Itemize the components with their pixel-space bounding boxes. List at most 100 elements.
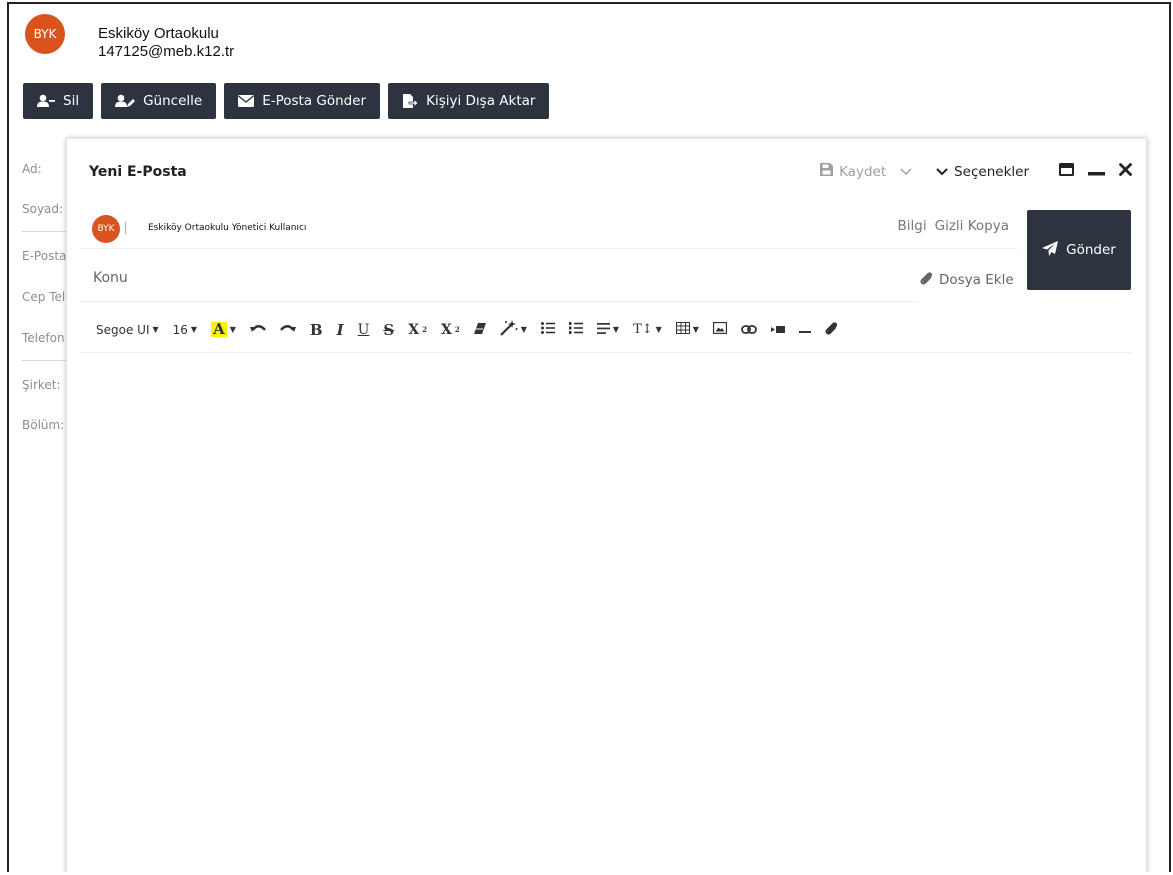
divider: [22, 231, 68, 232]
delete-button[interactable]: Sil: [23, 83, 94, 119]
font-size-dropdown[interactable]: 16 ▼: [173, 318, 197, 342]
attach-inline-button[interactable]: [825, 318, 838, 342]
clear-format-button[interactable]: [473, 318, 486, 342]
caret-down-icon: ▼: [520, 325, 527, 334]
caret-down-icon: ▼: [152, 325, 159, 334]
recipient-options: Bilgi Gizli Kopya: [898, 218, 1009, 234]
redo-button[interactable]: [279, 318, 296, 342]
save-draft-button[interactable]: Kaydet: [820, 163, 886, 180]
magic-wand-icon: [499, 320, 518, 339]
subscript-label: X: [441, 321, 452, 338]
update-button[interactable]: Güncelle: [101, 83, 217, 119]
chevron-down-icon: [936, 164, 948, 180]
user-minus-icon: [37, 94, 55, 108]
magic-style-dropdown[interactable]: ▼: [499, 318, 527, 342]
table-dropdown[interactable]: ▼: [675, 318, 699, 342]
window-controls: [1059, 163, 1132, 180]
insert-video-button[interactable]: [770, 318, 785, 342]
caret-down-icon: ▼: [190, 325, 198, 334]
paper-plane-icon: [1042, 240, 1059, 260]
send-button[interactable]: Gönder: [1027, 210, 1131, 290]
field-label-company: Şirket:: [22, 378, 61, 392]
options-label: Seçenekler: [954, 163, 1029, 180]
caret-down-icon: ▼: [612, 325, 620, 334]
divider: [125, 222, 126, 234]
sender-avatar: BYK: [92, 215, 120, 243]
redo-icon: [279, 323, 296, 337]
field-label-mobile: Cep Tel: [22, 290, 66, 304]
undo-icon: [249, 323, 266, 337]
paperclip-icon: [825, 321, 838, 338]
font-family-value: Segoe UI: [96, 322, 150, 337]
bold-button[interactable]: B: [310, 318, 323, 342]
underline-button[interactable]: U: [358, 318, 370, 342]
compose-window: Yeni E-Posta Kaydet Seçenekler BYK Eskik…: [66, 138, 1147, 872]
contact-email: 147125@meb.k12.tr: [98, 43, 235, 60]
caret-down-icon: ▼: [229, 325, 236, 334]
message-body-editor[interactable]: [81, 357, 1131, 872]
app-frame: BYK Eskiköy Ortaokulu 147125@meb.k12.tr …: [7, 2, 1171, 872]
superscript-button[interactable]: X2: [408, 318, 427, 342]
contact-actions: Sil Güncelle E-Posta Gönder Kişiyi Dışa …: [23, 83, 550, 119]
field-label-phone: Telefon: [22, 331, 65, 345]
italic-button[interactable]: I: [337, 318, 344, 342]
contact-name: Eskiköy Ortaokulu: [98, 25, 219, 42]
send-email-button-label: E-Posta Gönder: [262, 93, 367, 109]
insert-image-button[interactable]: [712, 318, 728, 342]
send-button-label: Gönder: [1066, 242, 1116, 258]
numbered-list-button[interactable]: [568, 318, 583, 342]
text-size-dropdown[interactable]: T↕ ▼: [633, 318, 662, 342]
image-icon: [712, 321, 728, 337]
export-contact-button[interactable]: Kişiyi Dışa Aktar: [388, 83, 550, 119]
bullet-list-button[interactable]: [540, 318, 555, 342]
font-size-value: 16: [172, 322, 188, 337]
font-color-icon: A: [211, 320, 227, 338]
horizontal-line-button[interactable]: [798, 318, 811, 342]
eraser-icon: [473, 322, 486, 337]
font-color-button[interactable]: A ▼: [211, 318, 236, 342]
attach-file-button[interactable]: Dosya Ekle: [920, 271, 1014, 289]
insert-link-button[interactable]: [741, 318, 757, 342]
send-email-button[interactable]: E-Posta Gönder: [224, 83, 381, 119]
compose-title: Yeni E-Posta: [89, 164, 187, 180]
export-contact-button-label: Kişiyi Dışa Aktar: [426, 93, 536, 109]
attach-file-label: Dosya Ekle: [939, 272, 1014, 288]
font-family-dropdown[interactable]: Segoe UI ▼: [96, 318, 159, 342]
close-icon[interactable]: [1119, 163, 1132, 180]
floppy-disk-icon: [820, 163, 834, 180]
from-row: BYK Eskiköy Ortaokulu Yönetici Kullanıcı…: [81, 206, 1017, 249]
strikethrough-button[interactable]: S: [383, 318, 394, 342]
envelope-icon: [238, 95, 255, 107]
superscript-label: X: [408, 321, 420, 338]
bullet-list-icon: [540, 322, 555, 337]
align-left-icon: [596, 322, 610, 337]
horizontal-line-icon: [798, 323, 811, 337]
field-label-department: Bölüm:: [22, 418, 65, 432]
user-edit-icon: [115, 94, 136, 108]
link-icon: [741, 323, 757, 337]
align-dropdown[interactable]: ▼: [596, 318, 620, 342]
maximize-icon[interactable]: [1059, 163, 1074, 180]
export-icon: [402, 93, 419, 109]
delete-button-label: Sil: [63, 93, 80, 109]
cc-link[interactable]: Bilgi: [898, 218, 927, 234]
sender-name[interactable]: Eskiköy Ortaokulu Yönetici Kullanıcı: [148, 223, 306, 233]
divider: [22, 360, 68, 361]
subject-input[interactable]: [93, 270, 693, 286]
options-dropdown[interactable]: Seçenekler: [936, 164, 1029, 180]
caret-down-icon: ▼: [655, 325, 662, 334]
compose-header-actions: Kaydet Seçenekler: [820, 163, 1132, 180]
chevron-down-icon[interactable]: [900, 164, 912, 180]
table-icon: [675, 322, 690, 337]
bcc-link[interactable]: Gizli Kopya: [935, 218, 1009, 234]
editor-toolbar: Segoe UI ▼ 16 ▼ A ▼ B I U S X2 X 2 ▼ ▼ T…: [81, 307, 1131, 353]
subscript-button[interactable]: X2: [441, 318, 460, 342]
undo-button[interactable]: [249, 318, 266, 342]
field-label-email: E-Posta: [22, 249, 67, 263]
minimize-icon[interactable]: [1088, 164, 1105, 180]
text-size-icon: T↕: [633, 322, 653, 337]
paperclip-icon: [920, 271, 933, 289]
subject-row: [81, 254, 917, 302]
field-label-first-name: Ad:: [22, 162, 42, 176]
update-button-label: Güncelle: [143, 93, 203, 109]
